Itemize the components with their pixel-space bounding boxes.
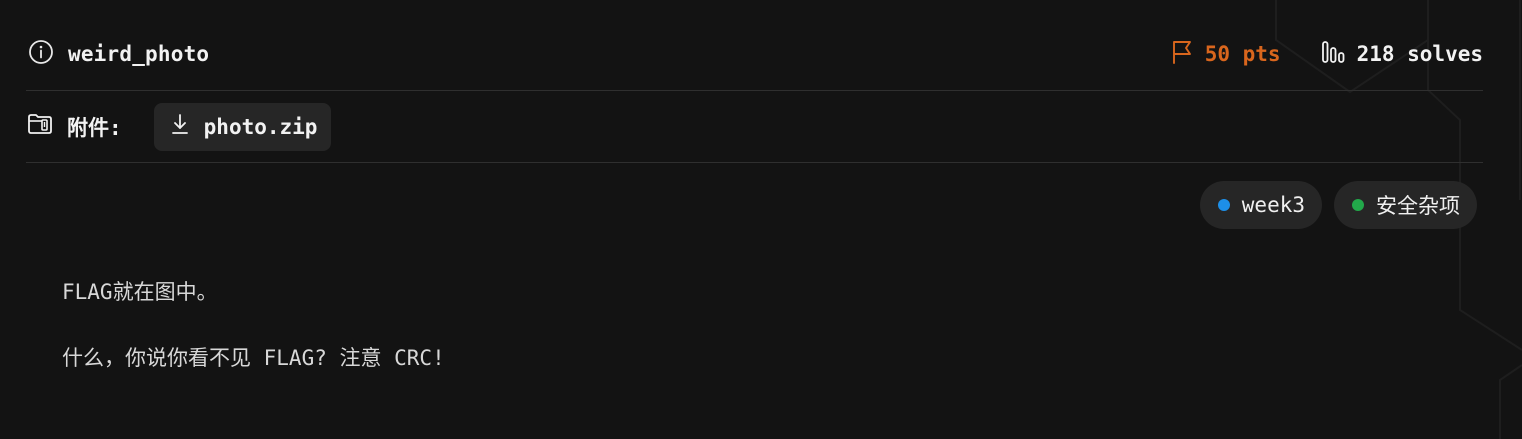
attachments-label: 附件: — [67, 115, 122, 140]
solves-stat: 218 solves — [1321, 40, 1483, 69]
attachments-row: 附件: photo.zip — [26, 91, 1483, 163]
info-icon[interactable] — [28, 39, 54, 69]
tag-dot — [1217, 199, 1230, 211]
challenge-stats: 50 pts 218 solves — [1171, 39, 1483, 70]
title-group: weird_photo — [28, 39, 209, 69]
solves-value: 218 solves — [1356, 42, 1483, 66]
archive-folder-icon — [27, 112, 53, 141]
challenge-panel: weird_photo 50 pts 218 solves 附件: photo.… — [26, 18, 1483, 229]
tag-list: week3 安全杂项 — [26, 181, 1477, 229]
bar-chart-icon — [1321, 40, 1345, 69]
download-photo-zip-button[interactable]: photo.zip — [153, 102, 332, 151]
tag-misc[interactable]: 安全杂项 — [1334, 181, 1477, 229]
points-value: 50 pts — [1204, 42, 1281, 66]
tag-label: week3 — [1241, 193, 1305, 217]
download-icon — [170, 113, 190, 140]
description-line: 什么，你说你看不见 FLAG? 注意 CRC! — [62, 346, 445, 370]
flag-icon — [1171, 39, 1193, 70]
points-stat: 50 pts — [1171, 39, 1281, 70]
tag-label: 安全杂项 — [1376, 194, 1460, 218]
challenge-header: weird_photo 50 pts 218 solves — [26, 18, 1483, 91]
tag-week3[interactable]: week3 — [1199, 181, 1322, 229]
challenge-description: FLAG就在图中。 什么，你说你看不见 FLAG? 注意 CRC! — [62, 276, 445, 408]
description-line: FLAG就在图中。 — [62, 280, 218, 304]
tag-dot — [1352, 199, 1364, 211]
challenge-title: weird_photo — [68, 42, 210, 66]
attachments-label-group: 附件: — [27, 112, 122, 142]
file-name: photo.zip — [203, 114, 318, 139]
